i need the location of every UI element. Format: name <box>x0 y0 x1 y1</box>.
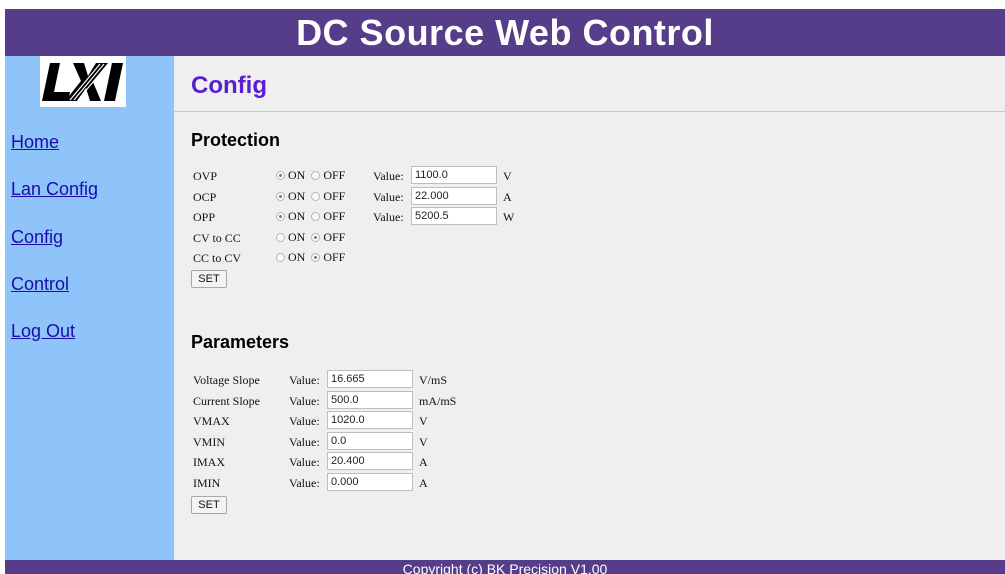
parameter-label: VMIN <box>193 434 225 449</box>
protection-row: OCP ON OFF Value: 22.000 A <box>193 186 993 207</box>
unit-label: A <box>419 475 428 490</box>
parameter-value-input[interactable]: 0.0 <box>327 431 413 450</box>
radio-on-label: ON <box>288 188 306 203</box>
protection-label: OPP <box>193 210 216 224</box>
value-label: Value: <box>289 414 320 428</box>
unit-label: A <box>503 189 512 204</box>
parameter-row: VMIN Value: 0.0 V <box>193 431 993 452</box>
value-label: Value: <box>373 189 404 204</box>
copyright-text: Copyright (c) BK Precision V1.00 <box>402 561 608 574</box>
parameters-title: Parameters <box>191 332 290 352</box>
radio-off[interactable] <box>311 212 321 221</box>
parameter-label: IMIN <box>193 475 221 490</box>
title-divider <box>174 111 1005 112</box>
protection-radio-group: ON OFF <box>276 250 351 265</box>
protection-label: CC to CV <box>193 251 242 265</box>
parameter-value-input[interactable]: 0.000 <box>327 472 413 491</box>
app-title: DC Source Web Control <box>296 12 714 53</box>
radio-on[interactable] <box>276 232 285 242</box>
unit-label: W <box>503 210 515 224</box>
radio-off-label: OFF <box>323 168 346 182</box>
value-label: Value: <box>289 455 320 469</box>
unit-label: A <box>419 455 428 469</box>
nav-home[interactable]: Home <box>11 132 59 153</box>
value-label: Value: <box>289 393 320 408</box>
nav-control[interactable]: Control <box>11 274 69 295</box>
protection-radio-group: ON OFF <box>276 209 351 224</box>
value-label: Value: <box>289 434 320 449</box>
lxi-logo-icon <box>42 63 123 101</box>
parameter-value-input[interactable]: 1020.0 <box>327 411 413 429</box>
radio-on-label: ON <box>288 250 306 264</box>
value-label: Value: <box>373 210 404 224</box>
parameter-value-input[interactable]: 20.400 <box>327 452 413 470</box>
parameter-label: Voltage Slope <box>193 373 260 387</box>
page-title: Config <box>191 72 267 99</box>
radio-off-label: OFF <box>323 229 346 244</box>
value-label: Value: <box>289 475 320 490</box>
protection-row: OPP ON OFF Value: 5200.5 W <box>193 207 993 227</box>
nav-config[interactable]: Config <box>11 227 63 248</box>
protection-radio-group: ON OFF <box>276 230 351 245</box>
parameter-value-input[interactable]: 16.665 <box>327 370 413 388</box>
unit-label: V <box>419 434 428 449</box>
protection-title: Protection <box>191 130 281 150</box>
nav-log-out[interactable]: Log Out <box>11 321 75 342</box>
radio-off[interactable] <box>311 171 321 180</box>
radio-off[interactable] <box>311 253 321 262</box>
protection-row: CV to CC ON OFF <box>193 228 993 248</box>
protection-set-button[interactable]: SET <box>191 270 227 288</box>
parameter-label: VMAX <box>193 414 230 428</box>
parameter-row: IMIN Value: 0.000 A <box>193 472 993 493</box>
radio-off-label: OFF <box>323 250 346 264</box>
sidebar: Home Lan Config Config Control Log Out <box>5 56 174 560</box>
protection-value-input[interactable]: 5200.5 <box>411 207 497 225</box>
parameter-row: Current Slope Value: 500.0 mA/mS <box>193 390 993 411</box>
radio-on[interactable] <box>276 253 285 262</box>
radio-off[interactable] <box>311 191 321 201</box>
radio-off[interactable] <box>311 232 321 242</box>
radio-on-label: ON <box>288 229 306 244</box>
unit-label: V <box>419 414 428 428</box>
parameter-label: Current Slope <box>193 393 260 408</box>
main-content: Config Protection OVP ON OFF Value: 1100.0 V O… <box>174 56 1005 560</box>
radio-on-label: ON <box>288 168 306 182</box>
radio-on[interactable] <box>276 191 285 201</box>
radio-on[interactable] <box>276 171 285 180</box>
parameters-set-button[interactable]: SET <box>191 496 227 514</box>
protection-value-input[interactable]: 22.000 <box>411 186 497 205</box>
protection-label: CV to CC <box>193 230 241 245</box>
parameter-row: Voltage Slope Value: 16.665 V/mS <box>193 370 993 390</box>
protection-radio-group: ON OFF <box>276 168 351 183</box>
parameter-row: IMAX Value: 20.400 A <box>193 452 993 472</box>
radio-on[interactable] <box>276 212 285 221</box>
unit-label: V/mS <box>419 373 448 387</box>
protection-label: OVP <box>193 169 218 183</box>
value-label: Value: <box>373 169 404 183</box>
value-label: Value: <box>289 373 320 387</box>
unit-label: mA/mS <box>419 393 457 408</box>
footer: Copyright (c) BK Precision V1.00 <box>5 560 1005 574</box>
app-header: DC Source Web Control <box>5 9 1005 56</box>
parameter-value-input[interactable]: 500.0 <box>327 390 413 409</box>
protection-radio-group: ON OFF <box>276 189 351 204</box>
nav-lan-config[interactable]: Lan Config <box>11 179 98 200</box>
lxi-logo <box>40 56 126 107</box>
protection-label: OCP <box>193 189 217 204</box>
protection-row: CC to CV ON OFF <box>193 248 993 268</box>
unit-label: V <box>503 169 512 183</box>
parameter-label: IMAX <box>193 455 225 469</box>
radio-off-label: OFF <box>323 209 346 223</box>
radio-on-label: ON <box>288 209 306 223</box>
protection-row: OVP ON OFF Value: 1100.0 V <box>193 166 993 186</box>
parameter-row: VMAX Value: 1020.0 V <box>193 411 993 431</box>
protection-value-input[interactable]: 1100.0 <box>411 166 497 184</box>
radio-off-label: OFF <box>323 188 346 203</box>
